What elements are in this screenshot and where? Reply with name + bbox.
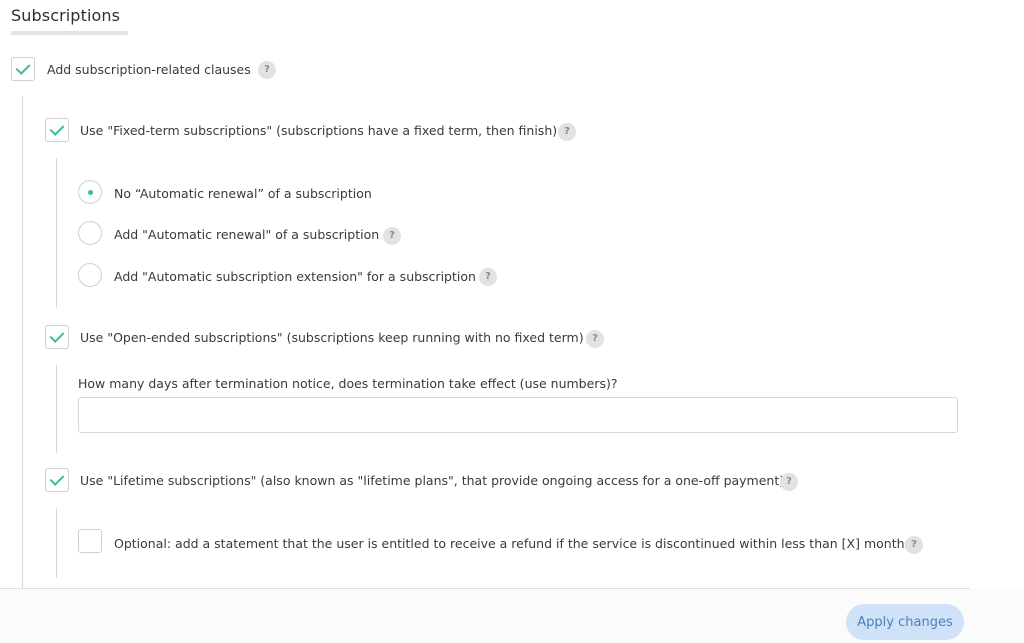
section-title: Subscriptions <box>11 6 121 25</box>
fixed-term-checkbox[interactable] <box>45 118 69 142</box>
open-ended-label: Use "Open-ended subscriptions" (subscrip… <box>80 330 584 345</box>
checkmark-icon <box>15 60 31 75</box>
checkmark-icon <box>49 328 65 343</box>
no-automatic-renewal-label: No “Automatic renewal” of a subscription <box>114 186 372 201</box>
apply-changes-button[interactable]: Apply changes <box>846 604 964 640</box>
lifetime-label: Use "Lifetime subscriptions" (also known… <box>80 473 785 488</box>
subscriptions-panel: Subscriptions Add subscription-related c… <box>0 0 970 588</box>
help-icon[interactable]: ? <box>586 330 604 348</box>
help-icon[interactable]: ? <box>780 473 798 491</box>
help-icon[interactable]: ? <box>479 268 497 286</box>
lifetime-indent-line <box>56 508 57 578</box>
automatic-extension-radio[interactable] <box>78 263 102 287</box>
termination-days-input[interactable] <box>78 397 958 433</box>
automatic-extension-label: Add "Automatic subscription extension" f… <box>114 269 476 284</box>
checkmark-icon <box>49 121 65 136</box>
automatic-renewal-label: Add "Automatic renewal" of a subscriptio… <box>114 227 380 242</box>
fixed-term-indent-line <box>56 158 57 308</box>
help-icon[interactable]: ? <box>905 536 923 554</box>
subscription-clauses-checkbox[interactable] <box>11 57 35 81</box>
open-ended-checkbox[interactable] <box>45 325 69 349</box>
section-title-underline <box>11 31 128 35</box>
subscription-clauses-label: Add subscription-related clauses <box>47 62 251 77</box>
termination-days-question: How many days after termination notice, … <box>78 376 618 391</box>
help-icon[interactable]: ? <box>258 61 276 79</box>
main-indent-line <box>22 96 23 588</box>
refund-statement-checkbox[interactable] <box>78 529 102 553</box>
open-ended-indent-line <box>56 365 57 453</box>
automatic-renewal-radio[interactable] <box>78 221 102 245</box>
radio-dot-icon <box>88 190 93 195</box>
help-icon[interactable]: ? <box>383 227 401 245</box>
no-automatic-renewal-radio[interactable] <box>78 180 102 204</box>
refund-statement-label: Optional: add a statement that the user … <box>114 536 916 551</box>
checkmark-icon <box>49 471 65 486</box>
help-icon[interactable]: ? <box>558 123 576 141</box>
lifetime-checkbox[interactable] <box>45 468 69 492</box>
fixed-term-label: Use "Fixed-term subscriptions" (subscrip… <box>80 123 558 138</box>
